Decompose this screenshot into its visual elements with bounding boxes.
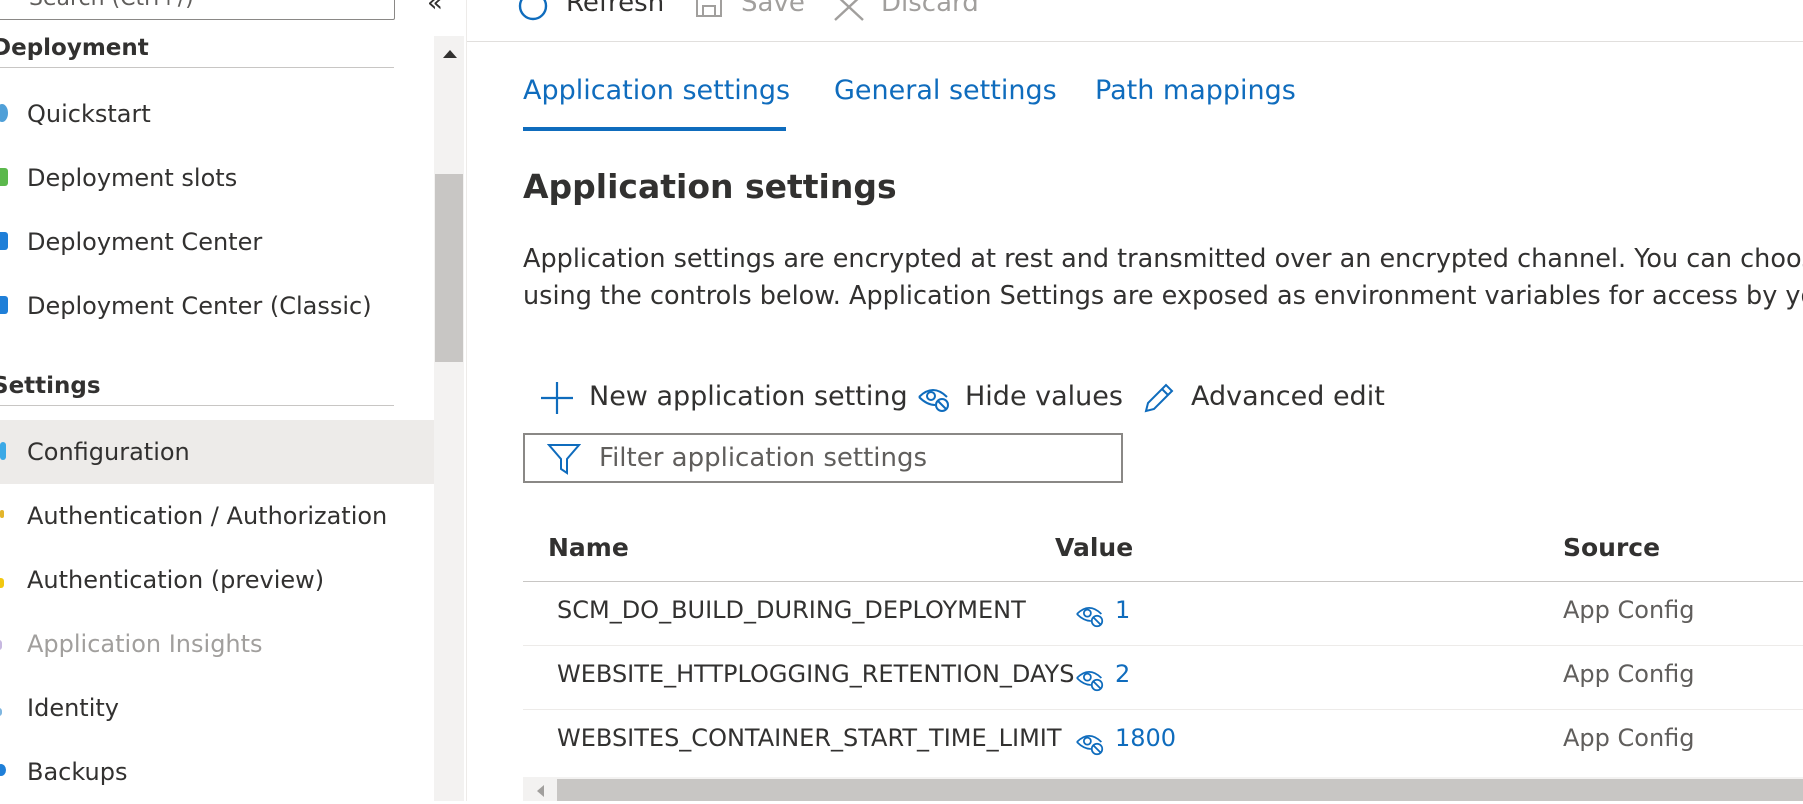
sidebar-item-quickstart[interactable]: Quickstart <box>0 82 434 146</box>
refresh-label: Refresh <box>566 0 665 18</box>
page-title: Application settings <box>523 167 897 206</box>
sidebar-scrollbar[interactable] <box>434 36 464 801</box>
sidebar-item-label: Application Insights <box>27 630 263 658</box>
cube-icon <box>0 232 8 250</box>
toolbar-divider <box>467 41 1803 42</box>
active-tab-indicator <box>523 127 786 131</box>
lightbulb-icon <box>0 640 2 650</box>
pencil-icon <box>1142 381 1176 427</box>
cube-icon <box>0 296 8 314</box>
scroll-up-arrow-icon[interactable] <box>443 50 457 58</box>
close-icon <box>833 0 867 31</box>
sidebar-item-application-insights[interactable]: Application Insights <box>0 612 434 676</box>
sidebar-item-deployment-center[interactable]: Deployment Center <box>0 210 434 274</box>
identity-icon <box>0 708 2 716</box>
sidebar-item-label: Backups <box>27 758 128 786</box>
pane-divider <box>466 0 467 801</box>
sidebar-item-deployment-center-classic[interactable]: Deployment Center (Classic) <box>0 274 434 338</box>
setting-value-text: 1800 <box>1115 724 1177 752</box>
eye-hide-icon[interactable] <box>1073 728 1107 762</box>
scroll-left-arrow-icon[interactable] <box>537 785 544 797</box>
sidebar-item-configuration[interactable]: Configuration <box>0 420 434 484</box>
setting-name[interactable]: SCM_DO_BUILD_DURING_DEPLOYMENT <box>557 596 1026 624</box>
cloud-icon <box>0 104 8 122</box>
filter-icon <box>546 443 582 479</box>
collapse-sidebar-icon[interactable]: « <box>427 0 443 18</box>
sidebar-item-authentication-authorization[interactable]: Authentication / Authorization <box>0 484 434 548</box>
setting-value-text: 2 <box>1115 660 1131 688</box>
sidebar-item-label: Authentication / Authorization <box>27 502 388 530</box>
plus-icon <box>540 381 574 427</box>
table-row[interactable]: WEBSITE_HTTPLOGGING_RETENTION_DAYS 2 App… <box>523 645 1803 710</box>
setting-value-text: 1 <box>1115 596 1131 624</box>
eye-hide-icon <box>917 381 951 425</box>
discard-label: Discard <box>881 0 979 18</box>
sidebar-item-identity[interactable]: Identity <box>0 676 434 740</box>
setting-source: App Config <box>1563 596 1695 624</box>
sidebar-item-label: Deployment slots <box>27 164 238 192</box>
setting-source: App Config <box>1563 724 1695 752</box>
sidebar-item-label: Configuration <box>27 438 190 466</box>
eye-hide-icon[interactable] <box>1073 664 1107 698</box>
table-row[interactable]: SCM_DO_BUILD_DURING_DEPLOYMENT 1 App Con… <box>523 581 1803 646</box>
table-horizontal-scrollbar[interactable] <box>523 777 1803 801</box>
sidebar: Search (Ctrl+/) « Deployment Quickstart … <box>0 0 443 804</box>
tab-general-settings[interactable]: General settings <box>834 75 1057 106</box>
scrollbar-thumb[interactable] <box>435 174 463 362</box>
sidebar-item-authentication-preview[interactable]: Authentication (preview) <box>0 548 434 612</box>
sidebar-item-backups[interactable]: Backups <box>0 740 434 804</box>
setting-name[interactable]: WEBSITES_CONTAINER_START_TIME_LIMIT <box>557 724 1062 752</box>
description-line-2: using the controls below. Application Se… <box>523 281 1803 311</box>
sidebar-item-label: Authentication (preview) <box>27 566 325 594</box>
slots-icon <box>0 168 8 186</box>
scrollbar-thumb[interactable] <box>557 779 1803 801</box>
sidebar-item-label: Quickstart <box>27 100 151 128</box>
description-line-1: Application settings are encrypted at re… <box>523 244 1803 274</box>
save-icon <box>695 0 725 31</box>
hide-values-label: Hide values <box>965 381 1123 412</box>
config-icon <box>0 442 6 460</box>
table-row[interactable]: WEBSITES_CONTAINER_START_TIME_LIMIT 1800… <box>523 709 1803 774</box>
save-label: Save <box>741 0 805 18</box>
key-icon <box>0 578 4 588</box>
tab-path-mappings[interactable]: Path mappings <box>1095 75 1296 106</box>
setting-name[interactable]: WEBSITE_HTTPLOGGING_RETENTION_DAYS <box>557 660 1074 688</box>
sidebar-item-label: Deployment Center (Classic) <box>27 292 372 320</box>
refresh-icon <box>518 0 548 31</box>
column-header-name[interactable]: Name <box>548 533 629 562</box>
key-icon <box>0 510 4 518</box>
filter-box[interactable] <box>523 433 1123 483</box>
eye-hide-icon[interactable] <box>1073 600 1107 634</box>
sidebar-item-label: Deployment Center <box>27 228 263 256</box>
column-header-source[interactable]: Source <box>1563 533 1660 562</box>
sidebar-search-input[interactable]: Search (Ctrl+/) <box>0 0 395 20</box>
column-header-value[interactable]: Value <box>1055 533 1133 562</box>
tab-application-settings[interactable]: Application settings <box>523 75 790 106</box>
section-header-deployment: Deployment <box>0 28 394 68</box>
sidebar-item-label: Identity <box>27 694 119 722</box>
setting-source: App Config <box>1563 660 1695 688</box>
filter-input[interactable] <box>597 439 1111 477</box>
section-header-settings: Settings <box>0 366 394 406</box>
new-application-setting-label: New application setting <box>589 381 908 412</box>
sidebar-item-deployment-slots[interactable]: Deployment slots <box>0 146 434 210</box>
advanced-edit-label: Advanced edit <box>1191 381 1385 412</box>
backup-icon <box>0 764 6 776</box>
